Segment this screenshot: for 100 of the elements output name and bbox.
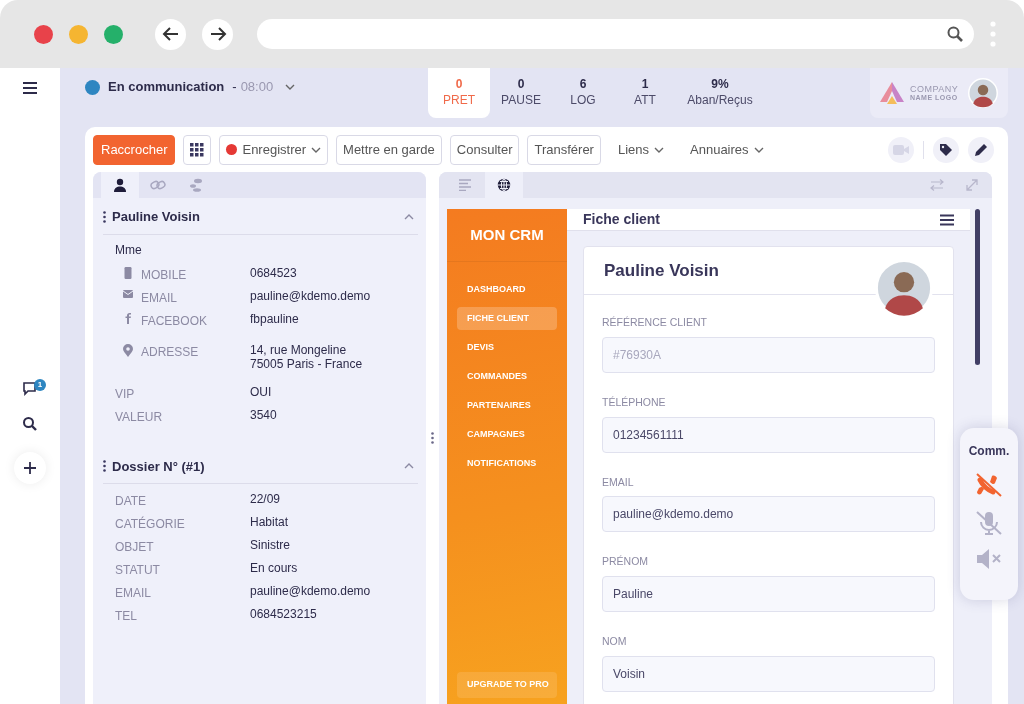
field-label: OBJET <box>115 539 154 557</box>
drag-handle-icon <box>103 210 106 223</box>
count-badge: 1 <box>34 379 46 391</box>
search-icon <box>946 25 964 43</box>
input-field[interactable]: pauline@kdemo.demo <box>602 496 935 533</box>
search-button[interactable] <box>22 416 38 432</box>
field-value: 22/09 <box>250 492 281 507</box>
pencil-icon <box>974 142 988 157</box>
caret-icon <box>753 146 764 153</box>
add-button[interactable] <box>14 452 46 484</box>
field-label: PRÉNOM <box>602 554 650 570</box>
tag-icon <box>939 142 953 157</box>
scrollbar-thumb[interactable] <box>974 209 980 365</box>
input-field[interactable]: #76930A <box>602 336 935 373</box>
status-label: En communication <box>108 78 225 97</box>
speaker-toggle[interactable] <box>975 548 1003 570</box>
field-label: MOBILE <box>141 266 187 284</box>
chat-icon <box>22 380 38 396</box>
panel-tab[interactable] <box>485 172 523 198</box>
page-title: Fiche client <box>583 210 661 229</box>
stat-value: 9% <box>711 77 729 93</box>
field-value: 0684523 <box>250 265 297 280</box>
field-label: RÉFÉRENCE CLIENT <box>602 315 708 330</box>
field-value: Habitat <box>250 515 289 530</box>
stat-label: LOG <box>570 93 596 109</box>
stat-value: 0 <box>455 77 463 93</box>
field-label: DATE <box>115 493 147 511</box>
search-icon <box>22 416 38 432</box>
keypad-button[interactable] <box>183 134 212 165</box>
plus-icon <box>23 461 37 475</box>
caret-icon <box>285 84 296 90</box>
tag-button[interactable] <box>933 136 959 163</box>
close-dot <box>34 24 53 44</box>
stat-label: Aban/Reçus <box>687 93 753 109</box>
maximize-dot <box>104 24 123 44</box>
field-label: NOM <box>602 634 628 649</box>
social-icon <box>125 312 131 324</box>
stat-tile[interactable]: 9% Aban/Reçus <box>676 68 764 118</box>
link-icon <box>150 178 166 192</box>
company-name: COMPANY <box>910 83 959 94</box>
field-value: pauline@kdemo.demo <box>250 288 371 303</box>
section-title: Dossier N° (#1) <box>112 457 205 476</box>
toolbar-button[interactable]: Mettre en garde <box>336 134 442 165</box>
field-label: ADRESSE <box>141 343 199 361</box>
chevron-up-icon <box>404 213 414 220</box>
input-field[interactable]: Voisin <box>602 655 935 692</box>
video-camera-icon <box>893 143 909 156</box>
forward-button[interactable] <box>202 18 233 50</box>
speaker-muted-icon <box>975 548 1003 570</box>
call-timer: 08:00 <box>240 78 274 97</box>
stat-value: 0 <box>517 77 525 93</box>
field-value: Sinistre <box>250 538 290 553</box>
back-button[interactable] <box>155 18 186 50</box>
kebab-icon <box>990 21 996 47</box>
caret-icon <box>654 146 665 153</box>
field-label: CATÉGORIE <box>115 515 185 534</box>
input-field[interactable]: Pauline <box>602 576 935 612</box>
toolbar-button[interactable]: Transférer <box>527 134 601 165</box>
stat-value: 1 <box>641 77 649 93</box>
logo-icon <box>880 82 904 104</box>
chat-button[interactable] <box>22 380 38 396</box>
field-value: 0684523215 <box>250 607 317 622</box>
toolbar-button[interactable]: Consulter <box>449 134 520 165</box>
stat-label: PAUSE <box>501 93 541 109</box>
stat-value: 6 <box>579 77 587 93</box>
field-value: Mme <box>115 242 143 257</box>
mute-toggle[interactable] <box>975 510 1003 536</box>
back-icon <box>161 25 180 43</box>
phone-off-icon <box>975 472 1003 498</box>
separator-text: - <box>232 78 237 97</box>
field-label: VIP <box>115 385 135 403</box>
footprints-icon <box>188 178 204 192</box>
globe-icon <box>497 178 511 192</box>
field-value: En cours <box>250 561 298 576</box>
field-value: 75005 Paris - France <box>250 357 364 372</box>
client-name: Pauline Voisin <box>604 259 719 282</box>
field-label: VALEUR <box>115 408 163 426</box>
record-button[interactable]: Enregistrer <box>219 134 329 165</box>
stat-tile[interactable]: 6 LOG <box>552 68 614 118</box>
stat-tile[interactable]: 1 ATT <box>614 68 676 118</box>
expand-icon <box>966 179 978 191</box>
edit-button[interactable] <box>968 136 994 163</box>
field-label: TEL <box>115 608 137 626</box>
input-field[interactable]: 01234561111 <box>602 416 935 453</box>
microphone-off-icon <box>975 510 1003 536</box>
field-label: FACEBOOK <box>141 312 208 330</box>
panel-tab[interactable] <box>101 172 139 198</box>
menu-icon <box>940 213 954 226</box>
caret-icon <box>311 146 322 153</box>
field-value: 3540 <box>250 407 277 422</box>
hang-up-toggle[interactable] <box>975 472 1003 498</box>
drag-handle-icon <box>431 432 434 444</box>
field-label: EMAIL <box>141 289 177 307</box>
client-avatar <box>875 259 933 317</box>
field-label: STATUT <box>115 562 160 580</box>
stat-tile[interactable]: 0 PAUSE <box>490 68 552 118</box>
panel-title: Comm. <box>968 443 1010 460</box>
stat-label: PRET <box>443 93 475 109</box>
user-avatar <box>968 78 998 108</box>
field-value: OUI <box>250 384 272 399</box>
